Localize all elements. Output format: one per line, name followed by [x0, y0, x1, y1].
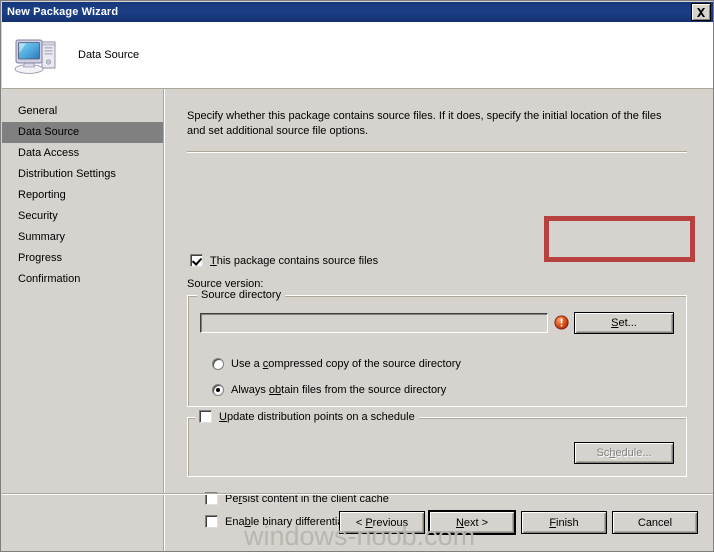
radio-always-obtain-files-label: Always obtain files from the source dire…: [231, 384, 447, 396]
radio-circle: [212, 384, 224, 396]
accel-char: U: [219, 410, 227, 423]
source-directory-group-title: Source directory: [197, 289, 286, 301]
sidebar-item-confirmation[interactable]: Confirmation: [2, 269, 164, 290]
previous-button[interactable]: < Previous: [339, 511, 425, 534]
wizard-footer-buttons: < Previous Next > Finish Cancel: [2, 507, 713, 534]
checkbox-box: [199, 410, 212, 423]
accel-char: ob: [268, 384, 282, 396]
footer-separator: [2, 493, 713, 495]
set-button-label: Set...: [611, 317, 637, 329]
page-description: Specify whether this package contains so…: [187, 110, 662, 137]
sidebar-item-summary[interactable]: Summary: [2, 227, 164, 248]
error-exclamation-icon: [554, 315, 569, 330]
close-icon: [696, 7, 706, 17]
wizard-steps-sidebar: General Data Source Data Access Distribu…: [2, 89, 165, 551]
wizard-content-pane: Specify whether this package contains so…: [166, 89, 713, 551]
radio-always-obtain-files[interactable]: Always obtain files from the source dire…: [212, 384, 446, 396]
page-title: Data Source: [78, 49, 140, 61]
cancel-button-label: Cancel: [637, 516, 673, 529]
wizard-header: Data Source: [2, 22, 713, 89]
source-directory-input[interactable]: [200, 313, 548, 333]
contains-source-files-checkbox[interactable]: This package contains source files: [190, 254, 378, 267]
source-directory-group: Source directory Set... Use a compressed…: [187, 289, 687, 407]
content-separator: [187, 151, 687, 153]
radio-circle: [212, 358, 224, 370]
close-button[interactable]: [691, 3, 711, 21]
previous-button-label: < Previous: [355, 516, 409, 529]
new-package-wizard-dialog: New Package Wizard Data Source General D…: [0, 0, 714, 552]
update-distribution-points-group: Update distribution points on a schedule…: [187, 410, 687, 477]
accel-char: P: [365, 516, 373, 529]
sidebar-item-reporting[interactable]: Reporting: [2, 185, 164, 206]
finish-button-label: Finish: [549, 516, 579, 529]
radio-use-compressed-copy-label: Use a compressed copy of the source dire…: [231, 358, 461, 370]
computer-icon: [12, 31, 60, 79]
set-button[interactable]: Set...: [574, 312, 674, 334]
finish-button[interactable]: Finish: [521, 511, 607, 534]
update-distribution-points-label: Update distribution points on a schedule: [219, 410, 415, 423]
sidebar-item-data-source[interactable]: Data Source: [2, 122, 164, 143]
window-titlebar[interactable]: New Package Wizard: [2, 2, 713, 22]
sidebar-item-security[interactable]: Security: [2, 206, 164, 227]
cancel-button[interactable]: Cancel: [612, 511, 698, 534]
window-title: New Package Wizard: [7, 6, 119, 18]
checkbox-box: [190, 254, 203, 267]
update-distribution-points-checkbox[interactable]: Update distribution points on a schedule: [195, 410, 419, 423]
next-button[interactable]: Next >: [429, 511, 515, 534]
sidebar-item-distribution-settings[interactable]: Distribution Settings: [2, 164, 164, 185]
accel-char: T: [210, 254, 217, 267]
sidebar-item-data-access[interactable]: Data Access: [2, 143, 164, 164]
sidebar-item-progress[interactable]: Progress: [2, 248, 164, 269]
radio-use-compressed-copy[interactable]: Use a compressed copy of the source dire…: [212, 358, 461, 370]
schedule-button-label: Schedule...: [596, 447, 652, 459]
sidebar-item-general[interactable]: General: [2, 101, 164, 122]
accel-char: N: [455, 516, 464, 529]
accel-char: S: [611, 317, 619, 329]
contains-source-files-label: This package contains source files: [210, 254, 379, 267]
schedule-button[interactable]: Schedule...: [574, 442, 674, 464]
next-button-label: Next >: [455, 516, 489, 529]
